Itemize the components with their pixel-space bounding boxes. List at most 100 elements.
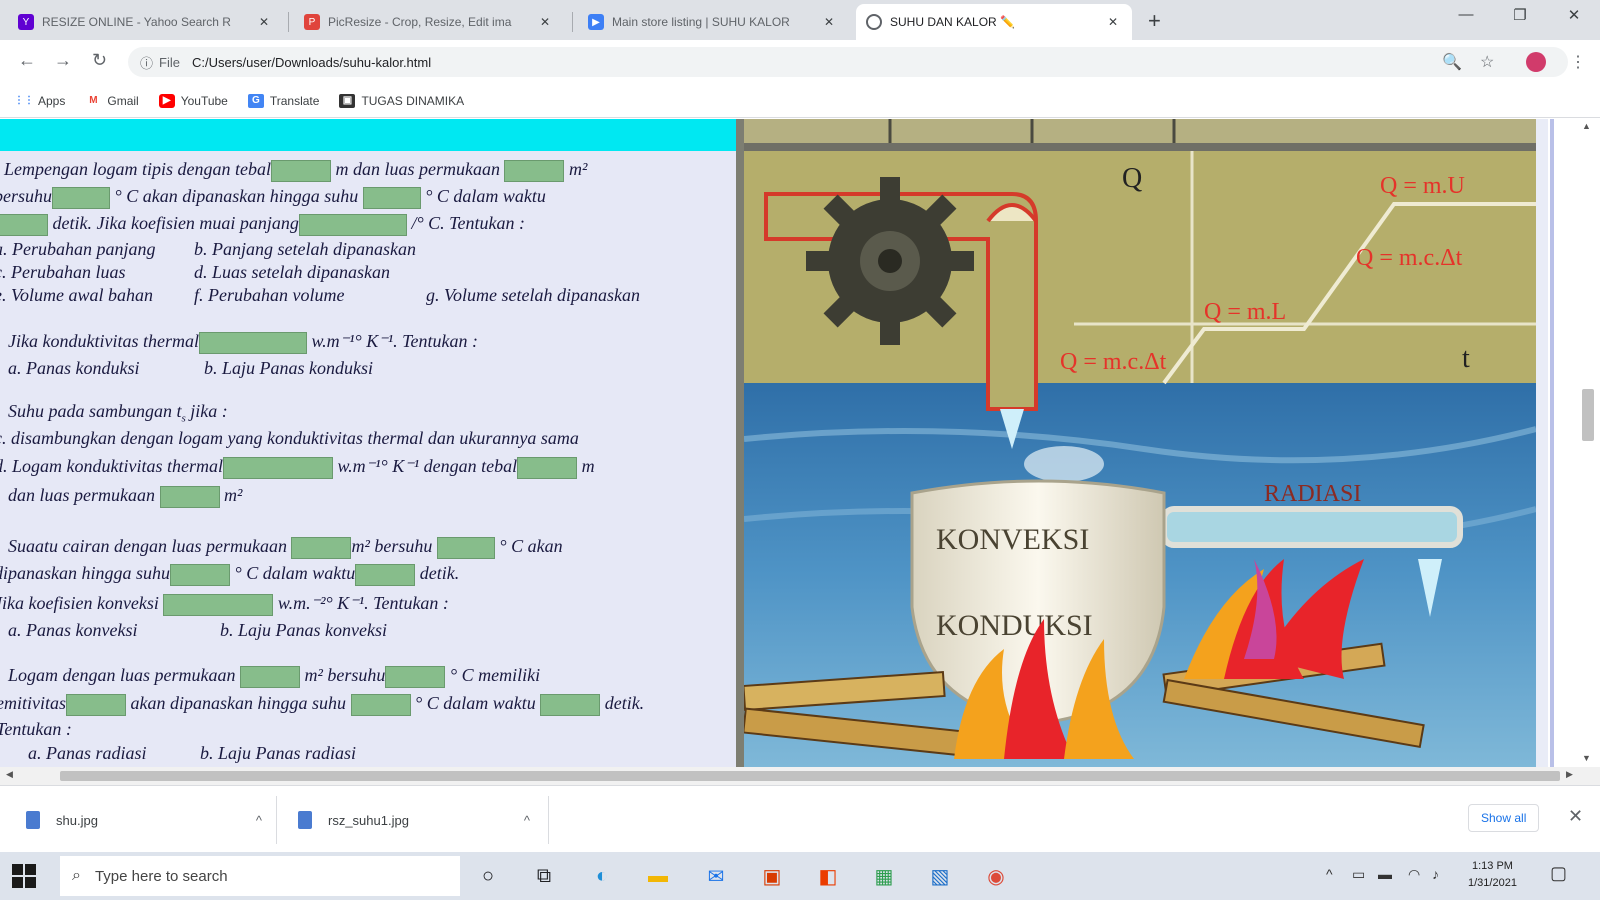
answer-box[interactable] bbox=[163, 593, 274, 616]
tab-resize-online[interactable]: Y RESIZE ONLINE - Yahoo Search R ✕ bbox=[8, 4, 283, 40]
tab-picresize[interactable]: P PicResize - Crop, Resize, Edit ima ✕ bbox=[294, 4, 564, 40]
answer-box[interactable] bbox=[198, 331, 307, 354]
answer-box[interactable] bbox=[540, 693, 601, 716]
youtube-icon: ▶ bbox=[158, 93, 175, 108]
play-console-icon: ▶ bbox=[588, 14, 604, 30]
chevron-up-icon[interactable]: ^ bbox=[524, 813, 530, 828]
answer-box[interactable] bbox=[222, 456, 333, 479]
show-all-button[interactable]: Show all bbox=[1468, 804, 1540, 832]
wifi-icon[interactable]: ◠ bbox=[1408, 866, 1420, 883]
answer-box[interactable] bbox=[170, 563, 231, 586]
download-filename: shu.jpg bbox=[56, 812, 98, 828]
photos-icon[interactable]: ▧ bbox=[924, 860, 956, 892]
close-icon[interactable]: ✕ bbox=[255, 15, 273, 29]
scroll-left-icon[interactable]: ◀ bbox=[6, 769, 13, 780]
bookmark-apps[interactable]: ⋮⋮ Apps bbox=[14, 94, 65, 108]
answer-box[interactable] bbox=[517, 456, 578, 479]
answer-box[interactable] bbox=[350, 693, 411, 716]
scroll-up-icon[interactable]: ▲ bbox=[1582, 121, 1591, 131]
close-icon[interactable]: ✕ bbox=[1104, 15, 1122, 29]
close-icon[interactable]: ✕ bbox=[1568, 806, 1583, 827]
chevron-up-icon[interactable]: ^ bbox=[256, 813, 262, 828]
address-bar[interactable]: ⓘ File C:/Users/user/Downloads/suhu-kalo… bbox=[128, 47, 1568, 77]
download-item[interactable]: shu.jpg ^ bbox=[26, 800, 262, 840]
network-icon[interactable]: ▬ bbox=[1378, 866, 1392, 882]
url-text[interactable]: C:/Users/user/Downloads/suhu-kalor.html bbox=[192, 55, 431, 70]
answer-box[interactable] bbox=[159, 485, 220, 508]
mail-icon[interactable]: ✉ bbox=[700, 860, 732, 892]
answer-box[interactable] bbox=[66, 693, 126, 716]
bookmark-youtube[interactable]: ▶ YouTube bbox=[158, 93, 228, 108]
minimize-button[interactable]: — bbox=[1446, 6, 1486, 23]
bookmark-gmail[interactable]: M Gmail bbox=[85, 94, 139, 108]
question-line: Lempengan logam tipis dengan tebal m dan… bbox=[4, 159, 587, 182]
question-line: Suhu pada sambungan ts jika : bbox=[8, 401, 228, 425]
konveksi-label: KONVEKSI bbox=[936, 523, 1089, 556]
chrome-icon[interactable]: ◉ bbox=[980, 860, 1012, 892]
answer-box[interactable] bbox=[355, 563, 416, 586]
horizontal-scrollbar[interactable]: ◀ ▶ bbox=[0, 767, 1600, 785]
answer-box[interactable] bbox=[0, 213, 48, 236]
image-file-icon bbox=[26, 811, 40, 829]
task-view-icon[interactable]: ⧉ bbox=[528, 860, 560, 892]
file-explorer-icon[interactable]: ▬ bbox=[642, 860, 674, 892]
volume-icon[interactable]: ♪ bbox=[1432, 866, 1439, 882]
vertical-scrollbar[interactable]: ▲ ▼ bbox=[1548, 119, 1600, 767]
download-item[interactable]: rsz_suhu1.jpg ^ bbox=[298, 800, 530, 840]
bookmark-translate[interactable]: G Translate bbox=[247, 93, 320, 108]
graph-t-label: t bbox=[1462, 343, 1470, 374]
office-icon[interactable]: ◧ bbox=[812, 860, 844, 892]
equation-sensible-heat-1: Q = m.c.Δt bbox=[1060, 349, 1167, 375]
menu-dots-icon[interactable]: ⋮ bbox=[1570, 52, 1586, 72]
scroll-thumb[interactable] bbox=[60, 771, 1560, 781]
close-icon[interactable]: ✕ bbox=[536, 15, 554, 29]
answer-box[interactable] bbox=[291, 536, 352, 559]
chevron-up-icon[interactable]: ^ bbox=[1326, 866, 1333, 882]
cortana-icon[interactable]: ○ bbox=[472, 860, 504, 892]
answer-box[interactable] bbox=[270, 159, 331, 182]
forward-arrow-icon[interactable]: → bbox=[54, 50, 72, 71]
battery-icon[interactable]: ▭ bbox=[1352, 866, 1365, 883]
scroll-thumb[interactable] bbox=[1582, 389, 1594, 441]
graph-q-label: Q bbox=[1122, 163, 1142, 194]
bookmark-tugas-dinamika[interactable]: ▣ TUGAS DINAMIKA bbox=[339, 93, 464, 108]
reload-icon[interactable]: ↻ bbox=[92, 50, 107, 71]
back-arrow-icon[interactable]: ← bbox=[18, 50, 36, 71]
info-icon[interactable]: ⓘ bbox=[140, 53, 153, 72]
windows-taskbar: ⌕ Type here to search ○ ⧉ ◐ ▬ ✉ ▣ ◧ ▦ ▧ … bbox=[0, 852, 1600, 900]
equation-vaporization: Q = m.U bbox=[1380, 173, 1465, 199]
answer-box[interactable] bbox=[52, 186, 110, 209]
answer-box[interactable] bbox=[504, 159, 565, 182]
restore-button[interactable]: ❐ bbox=[1500, 6, 1540, 24]
search-icon: ⌕ bbox=[72, 867, 81, 884]
window-close-button[interactable]: ✕ bbox=[1554, 6, 1594, 24]
apps-grid-icon: ⋮⋮ bbox=[14, 95, 34, 106]
taskbar-search[interactable]: ⌕ Type here to search bbox=[60, 856, 460, 896]
notification-icon[interactable]: ▢ bbox=[1550, 863, 1567, 884]
answer-box[interactable] bbox=[385, 665, 446, 688]
question-option: a. Panas radiasi b. Laju Panas radiasi bbox=[28, 743, 357, 763]
close-icon[interactable]: ✕ bbox=[820, 15, 838, 29]
tab-suhu-dan-kalor[interactable]: SUHU DAN KALOR ✏️ ✕ bbox=[856, 4, 1132, 40]
steam-icon bbox=[1024, 446, 1104, 482]
question-option: a. Perubahan panjang b. Panjang setelah d… bbox=[0, 239, 416, 259]
search-placeholder: Type here to search bbox=[94, 867, 228, 885]
answer-box[interactable] bbox=[298, 213, 407, 236]
scroll-right-icon[interactable]: ▶ bbox=[1566, 769, 1573, 780]
zoom-icon[interactable]: 🔍 bbox=[1442, 52, 1462, 72]
question-line: Jika konduktivitas thermal w.m⁻¹° K⁻¹. T… bbox=[8, 331, 478, 354]
star-icon[interactable]: ☆ bbox=[1480, 52, 1494, 72]
scroll-down-icon[interactable]: ▼ bbox=[1582, 753, 1591, 763]
sheets-icon[interactable]: ▦ bbox=[868, 860, 900, 892]
edge-icon[interactable]: ◐ bbox=[586, 860, 618, 892]
store-icon[interactable]: ▣ bbox=[756, 860, 788, 892]
system-clock[interactable]: 1:13 PM 1/31/2021 bbox=[1468, 858, 1517, 892]
profile-avatar[interactable] bbox=[1526, 52, 1546, 72]
tab-main-store-listing[interactable]: ▶ Main store listing | SUHU KALOR ✕ bbox=[578, 4, 848, 40]
windows-start-icon[interactable] bbox=[12, 864, 36, 888]
answer-box[interactable] bbox=[362, 186, 421, 209]
new-tab-button[interactable]: + bbox=[1148, 8, 1161, 34]
answer-box[interactable] bbox=[240, 665, 300, 688]
answer-box[interactable] bbox=[436, 536, 495, 559]
bookmark-label: Translate bbox=[269, 93, 320, 108]
